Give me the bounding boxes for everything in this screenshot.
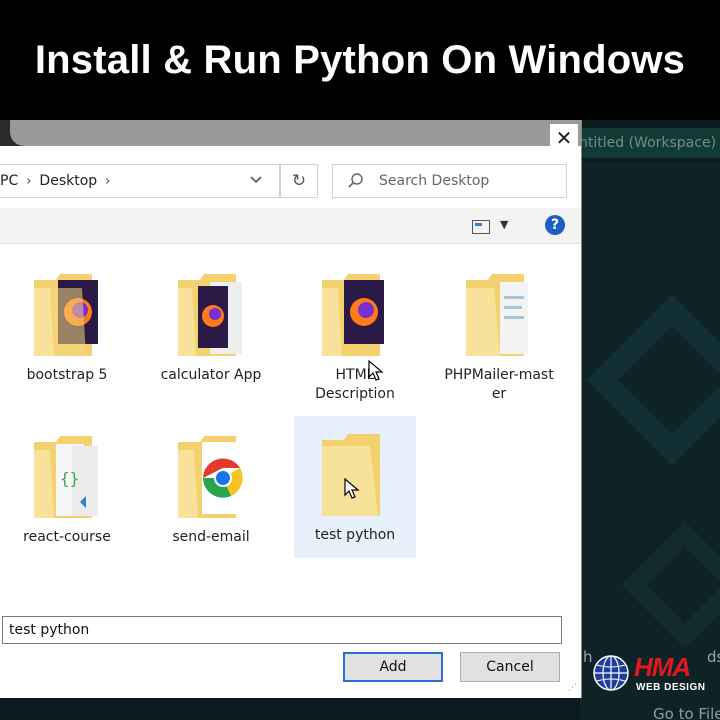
folder-firefox-icon bbox=[34, 274, 98, 356]
folder-empty-icon bbox=[322, 434, 380, 516]
folder-item-bootstrap-5[interactable]: bootstrap 5 bbox=[6, 256, 128, 398]
close-button[interactable]: ✕ bbox=[550, 124, 578, 152]
svg-text:{}: {} bbox=[60, 469, 79, 488]
search-icon bbox=[348, 173, 363, 188]
folder-label: HTML Description bbox=[315, 367, 395, 402]
globe-icon bbox=[593, 655, 629, 691]
background-go-to-file-text: Go to File bbox=[653, 705, 720, 720]
file-picker-dialog: ✕ PC › Desktop › ↻ Search Desktop ▼ ? bo bbox=[0, 120, 582, 698]
folder-item-calculator-app[interactable]: calculator App bbox=[150, 256, 272, 398]
dialog-title-bar bbox=[0, 120, 581, 146]
folder-label: send-email bbox=[172, 529, 250, 545]
search-input[interactable]: Search Desktop bbox=[332, 164, 567, 198]
background-window-title: ntitled (Workspace) bbox=[565, 128, 720, 158]
resize-grip-icon[interactable]: ⋰ bbox=[568, 683, 577, 693]
breadcrumb-chevron-icon[interactable]: › bbox=[105, 174, 110, 189]
folder-code-icon: {} bbox=[34, 436, 98, 518]
brand-logo-mark: HMA bbox=[634, 652, 691, 682]
folder-label: react-course bbox=[23, 529, 111, 545]
address-bar[interactable]: PC › Desktop › bbox=[0, 164, 280, 198]
folder-item-send-email[interactable]: send-email bbox=[150, 418, 272, 560]
brand-logo-tagline: WEB DESIGN bbox=[636, 682, 706, 693]
breadcrumb-chevron-icon: › bbox=[26, 173, 32, 189]
folder-item-react-course[interactable]: {} react-course bbox=[6, 418, 128, 560]
chevron-down-icon[interactable] bbox=[250, 173, 262, 187]
breadcrumb-item-desktop[interactable]: Desktop bbox=[39, 173, 97, 189]
mouse-cursor-icon bbox=[344, 478, 360, 499]
folder-label: bootstrap 5 bbox=[26, 367, 108, 383]
folder-item-phpmailer-master[interactable]: PHPMailer-master bbox=[438, 256, 560, 402]
folder-item-html-description[interactable]: HTML Description bbox=[294, 256, 416, 402]
mouse-cursor-icon bbox=[368, 360, 384, 381]
folder-firefox-icon bbox=[322, 274, 384, 356]
refresh-icon: ↻ bbox=[291, 171, 307, 191]
dialog-toolbar: ▼ ? bbox=[0, 208, 581, 244]
close-icon: ✕ bbox=[555, 126, 573, 150]
folder-chrome-icon bbox=[178, 436, 244, 518]
folder-documents-icon bbox=[466, 274, 528, 356]
view-dropdown-icon[interactable]: ▼ bbox=[500, 218, 508, 231]
dialog-title-bar-fill bbox=[10, 120, 581, 146]
filename-field[interactable]: test python bbox=[2, 616, 562, 644]
refresh-button[interactable]: ↻ bbox=[280, 164, 318, 198]
video-title-banner: Install & Run Python On Windows bbox=[0, 0, 720, 120]
help-icon[interactable]: ? bbox=[545, 215, 565, 235]
folder-firefox-icon bbox=[178, 274, 242, 356]
folder-label: PHPMailer-master bbox=[444, 367, 554, 402]
cancel-button[interactable]: Cancel bbox=[460, 652, 560, 682]
view-options-icon[interactable] bbox=[472, 220, 490, 234]
breadcrumb-item-pc[interactable]: PC bbox=[0, 173, 18, 189]
add-button[interactable]: Add bbox=[343, 652, 443, 682]
search-placeholder: Search Desktop bbox=[379, 173, 490, 189]
folder-label: calculator App bbox=[160, 367, 262, 383]
brand-logo: HMA WEB DESIGN bbox=[592, 652, 720, 698]
folder-label: test python bbox=[314, 527, 396, 543]
